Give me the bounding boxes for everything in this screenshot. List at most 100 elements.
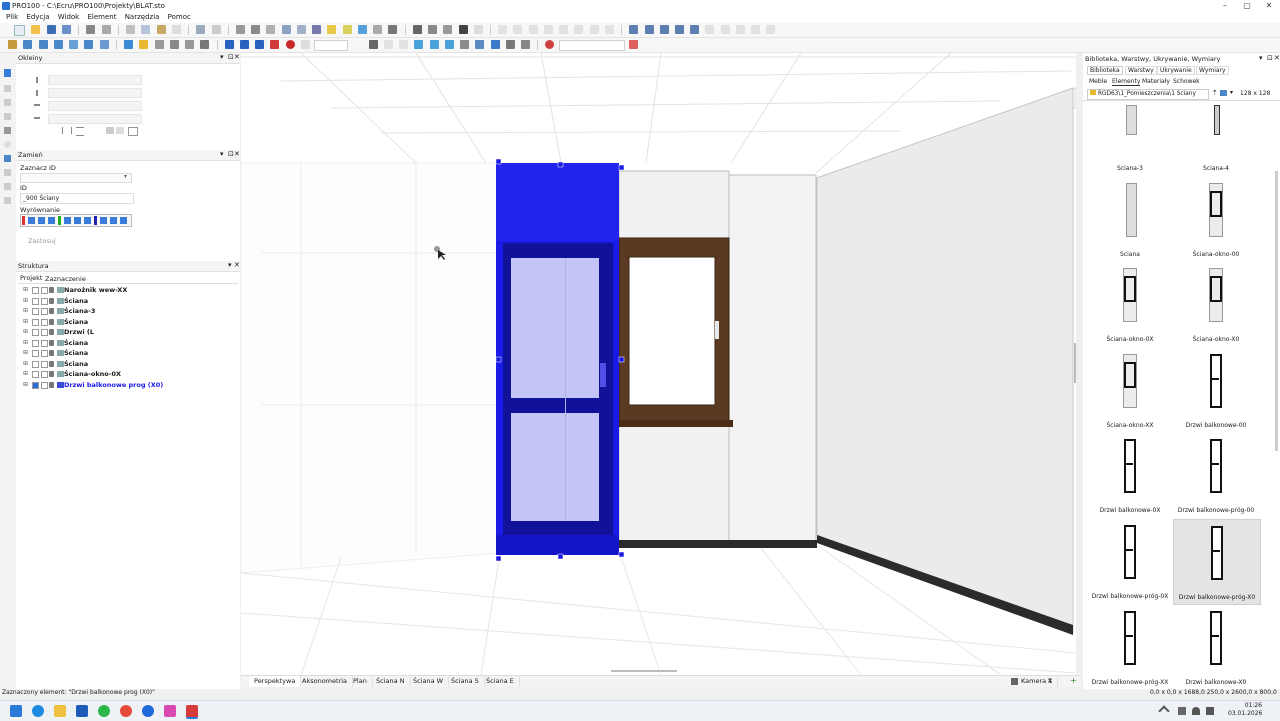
expand-icon[interactable]: ⊞	[23, 286, 28, 293]
chrome-icon[interactable]	[120, 705, 132, 717]
visibility-checkbox[interactable]	[32, 350, 39, 357]
store-icon[interactable]	[76, 705, 88, 717]
pan-icon[interactable]	[4, 85, 11, 92]
zoom-fit-icon[interactable]	[296, 25, 306, 34]
lock-checkbox[interactable]	[41, 371, 48, 378]
cut-icon[interactable]	[126, 25, 136, 34]
tab-sciana-e[interactable]: Ściana E	[481, 676, 520, 687]
undo-icon[interactable]	[196, 25, 206, 34]
magnet-icon[interactable]	[270, 40, 280, 49]
menu-element[interactable]: Element	[87, 12, 116, 23]
library-item[interactable]: Drzwi balkonowe-próg-X0	[1173, 519, 1261, 605]
align-center-icon[interactable]	[38, 217, 45, 224]
visibility-checkbox[interactable]	[32, 371, 39, 378]
tree-row[interactable]: ⊞ Ściana-3	[16, 306, 240, 316]
apply-button[interactable]: Zastosuj	[28, 237, 56, 245]
align-left-icon[interactable]	[629, 25, 639, 34]
menu-pomoc[interactable]: Pomoc	[168, 12, 191, 23]
redo-icon[interactable]	[211, 25, 221, 34]
add-tab-icon[interactable]: +	[1070, 676, 1077, 685]
toolbar-search-input[interactable]	[314, 40, 349, 51]
refresh-icon[interactable]	[124, 40, 134, 49]
close-panel-icon[interactable]: ✕	[234, 261, 240, 269]
cube-icon[interactable]	[312, 25, 322, 34]
library-item[interactable]: Ściana-okno-X0	[1173, 262, 1259, 346]
axis3-icon[interactable]	[255, 40, 265, 49]
tray-icon[interactable]	[1178, 707, 1186, 715]
subtab-meble[interactable]: Meble	[1089, 78, 1107, 85]
hidden-icon[interactable]	[520, 40, 530, 49]
arrow-up-icon[interactable]: ⇡	[1212, 89, 1218, 97]
expand-icon[interactable]: ⊞	[23, 307, 28, 314]
library-item[interactable]: Drzwi balkonowe-0X	[1087, 433, 1173, 517]
library-path-select[interactable]: RGD63\1_Pomieszczenia\1 Ściany	[1087, 89, 1209, 100]
tab-aksonometria[interactable]: Aksonometria	[297, 676, 354, 687]
sort-icon[interactable]	[4, 155, 11, 162]
library-item[interactable]: Sciana-4	[1173, 101, 1259, 175]
thumb-size-select[interactable]: 128 x 128	[1240, 89, 1276, 98]
expand-icon[interactable]: ⊞	[23, 381, 28, 388]
open-folder-icon[interactable]	[31, 25, 41, 34]
wall-panel-right[interactable]	[728, 174, 817, 542]
lock-checkbox[interactable]	[41, 350, 48, 357]
tree-row[interactable]: ⊞ Ściana	[16, 317, 240, 327]
menu-narzedzia[interactable]: Narzędzia	[125, 12, 160, 23]
room-scene[interactable]	[241, 53, 1076, 675]
expand-icon[interactable]: ⊞	[23, 339, 28, 346]
line-icon[interactable]	[4, 113, 11, 120]
tools-icon[interactable]	[251, 25, 261, 34]
tab-projekt[interactable]: Projekt	[20, 274, 42, 282]
align-top-icon[interactable]	[64, 217, 71, 224]
file-explorer-icon[interactable]	[54, 705, 66, 717]
snap-icon[interactable]	[139, 40, 149, 49]
render-icon[interactable]	[342, 25, 352, 34]
tree-item-label[interactable]: Ściana	[64, 297, 88, 305]
tree-row[interactable]: ⊞ Ściana	[16, 348, 240, 358]
close-tab-icon[interactable]: ✕	[1047, 677, 1053, 685]
tab-wymiary[interactable]: Wymiary	[1196, 66, 1229, 75]
visibility-checkbox[interactable]	[32, 297, 39, 305]
expand-icon[interactable]: ⊞	[23, 360, 28, 367]
new-file-icon[interactable]	[14, 25, 26, 36]
settings-icon[interactable]	[235, 25, 245, 34]
tree-item-label[interactable]: Ściana-okno-0X	[64, 370, 121, 378]
library-item[interactable]: Sciana-3	[1087, 101, 1173, 175]
rotate-cw-icon[interactable]	[429, 40, 439, 49]
pick-icon[interactable]	[169, 40, 179, 49]
edge-browser-icon[interactable]	[32, 705, 44, 717]
edit-icon[interactable]	[185, 40, 195, 49]
library-item[interactable]: Drzwi balkonowe-00	[1173, 348, 1259, 432]
circle-icon[interactable]	[4, 141, 11, 148]
tab-biblioteka[interactable]: Biblioteka	[1087, 66, 1123, 75]
close-panel-icon[interactable]: ✕	[234, 150, 240, 158]
library-item[interactable]: Ściana-okno-XX	[1087, 348, 1173, 432]
tree-item-label[interactable]: Ściana	[64, 318, 88, 326]
brush-icon[interactable]	[4, 183, 11, 190]
clock-time[interactable]: 01:26	[1232, 702, 1262, 709]
edge-both-h-icon[interactable]	[76, 127, 84, 136]
target-icon[interactable]	[545, 40, 555, 49]
light-icon[interactable]	[327, 25, 337, 34]
expand-icon[interactable]: ⊞	[23, 370, 28, 377]
lock-checkbox[interactable]	[41, 329, 48, 336]
tree-item-label[interactable]: Ściana	[64, 349, 88, 357]
align-depth-icon[interactable]	[110, 217, 117, 224]
view-icon[interactable]	[428, 25, 438, 34]
subtab-elementy[interactable]: Elementy	[1112, 78, 1141, 86]
eye-icon[interactable]	[200, 40, 210, 49]
expand-icon[interactable]: ⊞	[23, 318, 28, 325]
edge-both-icon[interactable]	[62, 127, 72, 134]
close-panel-icon[interactable]: ✕	[234, 53, 240, 61]
subtab-schowek[interactable]: Schowek	[1173, 78, 1200, 85]
axis-icon[interactable]	[224, 40, 234, 49]
tree-row[interactable]: ⊞ Ściana-okno-0X	[16, 369, 240, 379]
expand-icon[interactable]: ⊞	[23, 297, 28, 304]
cam-view-icon[interactable]	[490, 40, 500, 49]
rect-icon[interactable]	[4, 99, 11, 106]
pro100-taskbar-icon[interactable]	[186, 705, 198, 719]
axis2-icon[interactable]	[239, 40, 249, 49]
camera-icon[interactable]	[412, 25, 422, 34]
tab-sciana-w[interactable]: Ściana W	[408, 676, 450, 687]
volume-icon[interactable]	[1206, 707, 1214, 715]
tree-row[interactable]: ⊞ Narożnik wew-XX	[16, 285, 240, 295]
